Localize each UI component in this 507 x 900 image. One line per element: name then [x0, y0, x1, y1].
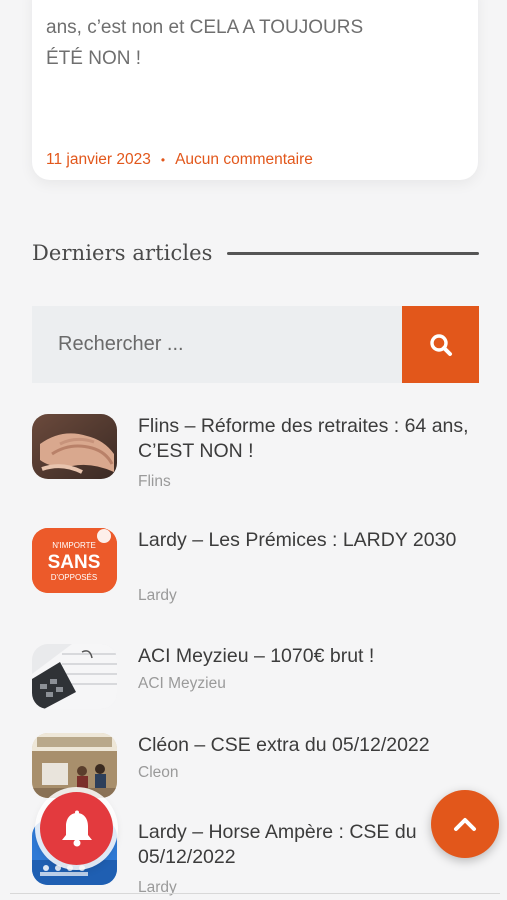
article-title[interactable]: Flins – Réforme des retraites : 64 ans, … — [138, 414, 478, 464]
heading-divider — [226, 251, 479, 255]
back-to-top-button[interactable] — [431, 790, 499, 858]
logo-thumbnail[interactable]: N'IMPORTE SANS D'OPPOSÉS — [32, 528, 117, 593]
list-item[interactable]: Flins – Réforme des retraites : 64 ans, … — [32, 414, 479, 494]
list-item[interactable]: ACI Meyzieu – 1070€ brut ! ACI Meyzieu — [32, 644, 479, 724]
search-input[interactable] — [32, 306, 402, 383]
article-meta: 11 janvier 2023 • Aucun commentaire — [46, 151, 313, 169]
search-form — [32, 306, 479, 383]
article-title[interactable]: ACI Meyzieu – 1070€ brut ! — [138, 644, 478, 669]
article-category[interactable]: Cleon — [138, 764, 179, 782]
article-title[interactable]: Lardy – Les Prémices : LARDY 2030 — [138, 528, 478, 553]
meta-separator: • — [160, 153, 166, 167]
article-date-link[interactable]: 11 janvier 2023 — [46, 151, 151, 169]
page: ans, c’est non et CELA A TOUJOURS ÉTÉ NO… — [0, 0, 507, 900]
article-title[interactable]: Cléon – CSE extra du 05/12/2022 — [138, 733, 478, 758]
calculator-thumbnail[interactable] — [32, 644, 117, 709]
search-button[interactable] — [402, 306, 479, 383]
article-category[interactable]: Lardy — [138, 587, 177, 605]
meeting-thumbnail[interactable] — [32, 733, 117, 798]
article-category[interactable]: ACI Meyzieu — [138, 675, 226, 693]
article-excerpt: ans, c’est non et CELA A TOUJOURS ÉTÉ NO… — [46, 17, 364, 69]
article-title[interactable]: Lardy – Horse Ampère : CSE du 05/12/2022 — [138, 820, 478, 870]
logo-line1: N'IMPORTE — [52, 541, 96, 550]
search-icon — [429, 333, 452, 356]
article-category[interactable]: Lardy — [138, 879, 177, 897]
widget-title: Derniers articles — [32, 241, 213, 265]
footer-divider — [10, 893, 500, 894]
hands-thumbnail[interactable] — [32, 414, 117, 479]
article-comments-link[interactable]: Aucun commentaire — [175, 151, 313, 169]
article-category[interactable]: Flins — [138, 473, 171, 491]
list-item[interactable]: N'IMPORTE SANS D'OPPOSÉS Lardy – Les Pré… — [32, 528, 479, 608]
bell-icon — [61, 810, 92, 846]
logo-line3: D'OPPOSÉS — [51, 573, 97, 582]
logo-line2: SANS — [48, 552, 101, 573]
notification-bell-button[interactable] — [40, 792, 113, 865]
chevron-up-icon — [454, 818, 476, 831]
widget-heading: Derniers articles — [32, 238, 479, 268]
